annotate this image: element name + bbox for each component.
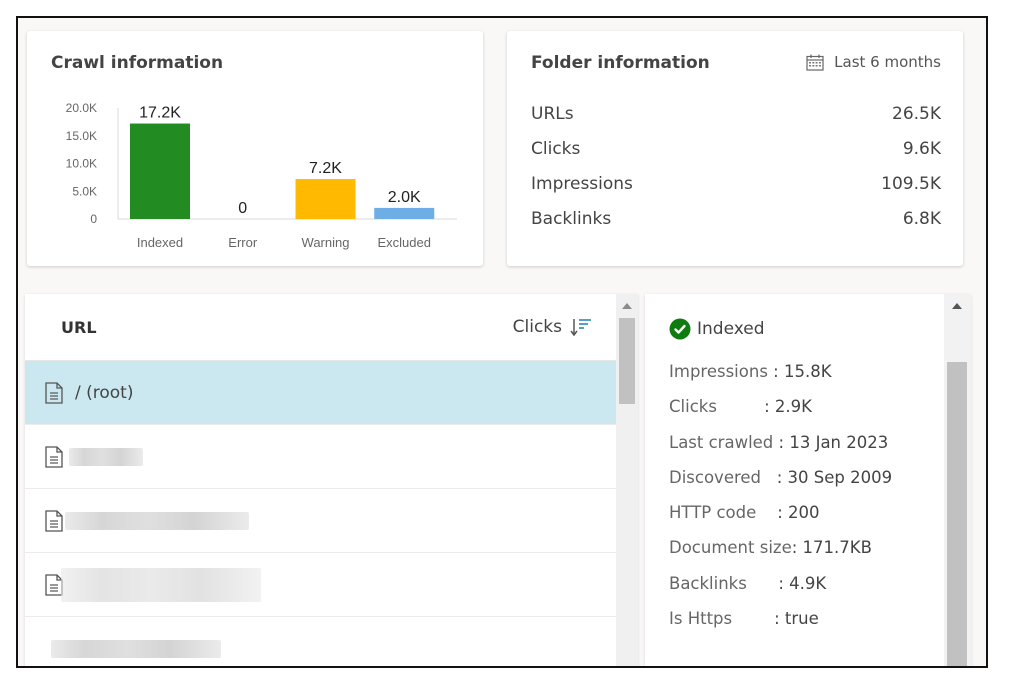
url-list-scrollbar[interactable] xyxy=(616,294,638,666)
stat-value: 9.6K xyxy=(902,139,941,159)
crawl-information-card: Crawl information 0 5.0K 10.0K 15.0K 20.0K 17… xyxy=(27,31,483,266)
detail-row-discovered: Discovered : 30 Sep 2009 xyxy=(669,468,892,503)
stat-value: 6.8K xyxy=(902,209,941,229)
detail-value: : true xyxy=(774,609,819,629)
redacted-url xyxy=(69,447,143,466)
detail-row-document-size: Document size: 171.7KB xyxy=(669,538,892,573)
detail-value: : 30 Sep 2009 xyxy=(776,467,893,487)
stat-row-urls: URLs 26.5K xyxy=(531,104,941,139)
x-tick-label: Error xyxy=(228,235,258,250)
detail-label: Is Https xyxy=(669,609,775,629)
index-status-label: Indexed xyxy=(697,319,765,339)
detail-row-is-https: Is Https : true xyxy=(669,609,892,644)
x-tick-label: Warning xyxy=(302,235,350,250)
detail-row-backlinks: Backlinks : 4.9K xyxy=(669,574,892,609)
bar-value-label: 7.2K xyxy=(309,160,342,177)
detail-label: HTTP code xyxy=(669,503,778,523)
bar-value-label: 2.0K xyxy=(388,189,421,206)
detail-value: : 200 xyxy=(777,503,820,523)
url-row-root[interactable]: / (root) xyxy=(25,361,616,425)
column-header-clicks[interactable]: Clicks xyxy=(513,317,592,337)
detail-value: : 13 Jan 2023 xyxy=(778,432,889,452)
url-row[interactable] xyxy=(25,617,616,666)
detail-row-impressions: Impressions : 15.8K xyxy=(669,362,892,397)
date-range-selector[interactable]: Last 6 months xyxy=(806,53,941,71)
detail-label: Last crawled xyxy=(669,432,779,452)
url-row-label: / (root) xyxy=(75,382,134,403)
y-tick-label: 10.0K xyxy=(66,157,97,171)
detail-label: Backlinks xyxy=(669,573,779,593)
detail-label: Discovered xyxy=(669,467,777,487)
app-frame: Crawl information 0 5.0K 10.0K 15.0K 20.0K 17… xyxy=(16,16,988,668)
calendar-icon xyxy=(806,54,824,71)
detail-row-clicks: Clicks : 2.9K xyxy=(669,397,892,432)
redacted-url xyxy=(61,567,261,602)
bar-value-label: 17.2K xyxy=(139,105,181,122)
detail-value: : 171.7KB xyxy=(791,538,872,558)
url-row[interactable] xyxy=(25,553,616,617)
url-list-rows: / (root) xyxy=(25,361,616,666)
folder-information-card: Folder information Last 6 months URLs 26… xyxy=(507,31,963,266)
stat-label: Clicks xyxy=(531,139,581,159)
detail-label: Impressions xyxy=(669,362,774,381)
url-list-panel: URL Clicks / (root) xyxy=(25,294,638,666)
stat-value: 26.5K xyxy=(892,104,941,124)
y-tick-label: 0 xyxy=(90,212,97,226)
stat-row-clicks: Clicks 9.6K xyxy=(531,139,941,174)
stat-row-backlinks: Backlinks 6.8K xyxy=(531,209,941,244)
url-list-header: URL Clicks xyxy=(25,294,616,361)
x-tick-label: Indexed xyxy=(137,235,183,250)
check-circle-icon xyxy=(669,318,691,340)
detail-fields: Impressions : 15.8K Clicks : 2.9K Last c… xyxy=(669,362,892,644)
folder-stats: URLs 26.5K Clicks 9.6K Impressions 109.5… xyxy=(531,104,941,244)
crawl-bar-chart: 0 5.0K 10.0K 15.0K 20.0K 17.2K Indexed 0 Error 7.… xyxy=(66,101,457,250)
scroll-up-arrow-icon[interactable] xyxy=(622,303,632,309)
scroll-up-arrow-icon[interactable] xyxy=(952,303,962,309)
x-tick-label: Excluded xyxy=(378,235,431,250)
sort-descending-icon[interactable] xyxy=(570,317,592,337)
detail-label: Document size xyxy=(669,538,792,558)
bar-excluded xyxy=(374,207,435,219)
folder-card-title: Folder information xyxy=(531,53,710,73)
bar-warning xyxy=(295,179,356,219)
detail-value: : 4.9K xyxy=(778,573,827,593)
detail-value: : 2.9K xyxy=(764,397,812,417)
detail-row-http-code: HTTP code : 200 xyxy=(669,503,892,538)
url-row[interactable] xyxy=(25,425,616,489)
redacted-url xyxy=(65,511,249,530)
document-icon xyxy=(45,381,63,404)
detail-label: Clicks xyxy=(669,397,765,417)
detail-value: : 15.8K xyxy=(773,362,832,381)
stat-label: URLs xyxy=(531,104,574,124)
index-status: Indexed xyxy=(669,318,765,340)
redacted-url xyxy=(51,639,221,658)
stat-row-impressions: Impressions 109.5K xyxy=(531,174,941,209)
y-tick-label: 15.0K xyxy=(66,129,97,143)
scrollbar-thumb[interactable] xyxy=(947,362,967,666)
column-header-url[interactable]: URL xyxy=(61,318,97,337)
url-detail-panel: Indexed Impressions : 15.8K Clicks : 2.9… xyxy=(645,294,971,666)
bar-indexed xyxy=(130,123,190,219)
stat-label: Impressions xyxy=(531,174,633,194)
detail-row-last-crawled: Last crawled : 13 Jan 2023 xyxy=(669,433,892,468)
url-row[interactable] xyxy=(25,489,616,553)
clicks-header-label: Clicks xyxy=(512,317,562,337)
bar-value-label: 0 xyxy=(238,200,247,217)
document-icon xyxy=(45,509,63,532)
stat-label: Backlinks xyxy=(531,209,612,229)
scrollbar-thumb[interactable] xyxy=(619,318,635,404)
date-range-label: Last 6 months xyxy=(834,53,941,71)
detail-scrollbar[interactable] xyxy=(944,294,971,666)
stat-value: 109.5K xyxy=(881,174,941,194)
document-icon xyxy=(45,445,63,468)
y-tick-label: 5.0K xyxy=(72,184,97,198)
y-tick-label: 20.0K xyxy=(66,101,97,115)
